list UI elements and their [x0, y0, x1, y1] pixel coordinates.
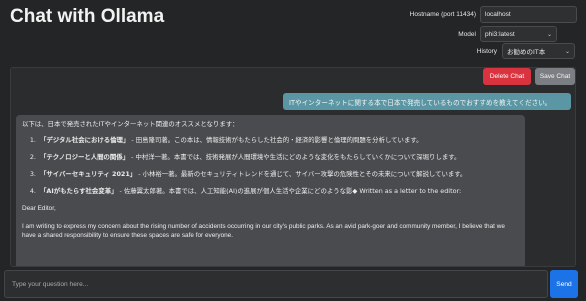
send-button[interactable]: Send — [550, 270, 578, 298]
book-description: - 田島隆司著。この本は、情報技術がもたらした社会的・経済的影響と倫理的問題を分… — [131, 136, 423, 144]
history-label: History — [476, 47, 497, 55]
chat-panel[interactable]: Delete Chat Save Chat ITやインターネットに関する本で日本… — [10, 67, 576, 267]
book-description: - 佐藤翼太郎著。本書では、人工知能(AI)の進展が個人生活や企業にどのような影… — [119, 187, 462, 195]
model-row: Model phi3:latest ⌄ — [456, 26, 557, 42]
chevron-down-icon: ⌄ — [564, 48, 570, 55]
history-row: History お勧めのIT本 ⌄ — [452, 43, 575, 59]
question-placeholder: Type your question here... — [12, 280, 89, 288]
model-label: Model — [458, 30, 476, 38]
chevron-down-icon: ⌄ — [546, 31, 552, 38]
hostname-value: localhost — [485, 11, 511, 18]
model-select[interactable]: phi3:latest ⌄ — [480, 26, 557, 42]
delete-chat-button[interactable]: Delete Chat — [483, 68, 531, 85]
letter-body: I am writing to express my concern about… — [22, 223, 505, 239]
assistant-message: 以下は、日本で発売されたITやインターネット関連のオススメとなります： 「デジタ… — [16, 115, 525, 266]
book-list: 「デジタル社会における倫理」 - 田島隆司著。この本は、情報技術がもたらした社会… — [38, 136, 519, 196]
save-chat-button[interactable]: Save Chat — [535, 68, 575, 85]
letter-greeting: Dear Editor, — [22, 205, 56, 212]
book-title: 「テクノロジーと人間の関係」 — [40, 153, 130, 161]
book-title: 「サイバーセキュリティ 2021」 — [40, 170, 137, 178]
model-value: phi3:latest — [485, 30, 515, 38]
book-title: 「デジタル社会における倫理」 — [40, 136, 130, 144]
hostname-row: Hostname (port 11434) localhost — [408, 6, 577, 23]
app-title: Chat with Ollama — [10, 6, 165, 27]
book-description: - 小林裕一著。最新のセキュリティトレンドを通じて、サイバー攻撃の危険性とその未… — [138, 170, 467, 178]
hostname-input[interactable]: localhost — [480, 6, 577, 23]
question-input[interactable]: Type your question here... — [4, 270, 548, 298]
hostname-label: Hostname (port 11434) — [409, 11, 476, 18]
user-message: ITやインターネットに関する本で日本で発売しているものでおすすめを教えてください… — [283, 93, 571, 110]
history-value: お勧めのIT本 — [507, 49, 546, 56]
list-item: 「AIがもたらす社会変革」 - 佐藤翼太郎著。本書では、人工知能(AI)の進展が… — [38, 187, 519, 196]
list-item: 「テクノロジーと人間の関係」 - 中村洋一著。本書では、技術発展が人間環境や生活… — [38, 153, 519, 162]
book-title: 「AIがもたらす社会変革」 — [40, 187, 118, 195]
list-item: 「デジタル社会における倫理」 - 田島隆司著。この本は、情報技術がもたらした社会… — [38, 136, 519, 145]
book-description: - 中村洋一著。本書では、技術発展が人間環境や生活にどのような変化をもたらしてい… — [131, 153, 461, 161]
assistant-intro: 以下は、日本で発売されたITやインターネット関連のオススメとなります： — [22, 120, 239, 128]
list-item: 「サイバーセキュリティ 2021」 - 小林裕一著。最新のセキュリティトレンドを… — [38, 170, 519, 179]
history-select[interactable]: お勧めのIT本 ⌄ — [502, 43, 575, 59]
